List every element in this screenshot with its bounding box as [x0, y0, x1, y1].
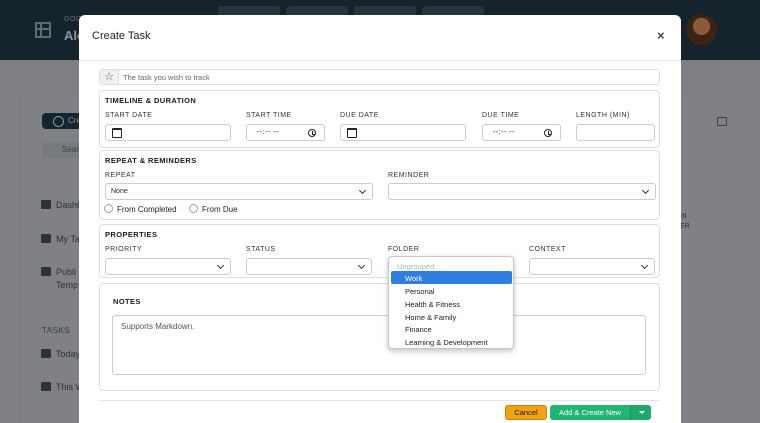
due-date-field[interactable]	[340, 124, 466, 141]
radio-circle-icon	[104, 204, 113, 213]
sidebar-item-public[interactable]: Publi	[41, 267, 76, 277]
modal-title: Create Task	[92, 30, 151, 42]
folder-dropdown-list: Ungrouped Work Personal Health & Fitness…	[388, 256, 514, 349]
dashboard-icon	[41, 200, 51, 209]
context-select[interactable]	[529, 258, 655, 275]
today-icon	[41, 349, 51, 358]
task-title-input[interactable]	[123, 70, 553, 84]
create-task-modal: Create Task × ☆ TIMELINE & DURATION STAR…	[79, 15, 681, 423]
cancel-button[interactable]: Cancel	[505, 405, 547, 420]
priority-label: PRIORITY	[105, 246, 143, 253]
sidebar-item-templates-label: Temp	[56, 280, 79, 290]
length-label: LENGTH (MIN)	[576, 112, 630, 119]
start-time-label: START TIME	[246, 112, 292, 119]
chevron-down-icon	[641, 186, 650, 195]
search-input[interactable]: Sear	[42, 142, 82, 158]
sidebar-item-my-tasks[interactable]: My Ta	[41, 234, 80, 244]
properties-section: PROPERTIES PRIORITY STATUS FOLDER CONTEX…	[99, 224, 660, 278]
length-input[interactable]	[576, 124, 655, 141]
repeat-heading: REPEAT & REMINDERS	[105, 156, 197, 165]
status-label: STATUS	[246, 246, 276, 253]
priority-select[interactable]	[105, 258, 231, 275]
status-select[interactable]	[246, 258, 372, 275]
dropdown-option-work[interactable]: Work	[391, 271, 512, 284]
avatar[interactable]	[686, 14, 717, 45]
repeat-label: REPEAT	[105, 172, 136, 179]
chevron-down-icon	[357, 261, 366, 270]
repeat-section: REPEAT & REMINDERS REPEAT None REMINDER	[99, 150, 660, 220]
create-button[interactable]: Cre	[42, 113, 84, 129]
context-label: CONTEXT	[529, 246, 566, 253]
dropdown-option-personal[interactable]: Personal	[391, 284, 512, 297]
sidebar-item-this-week[interactable]: This W	[41, 382, 84, 392]
properties-heading: PROPERTIES	[105, 230, 158, 239]
reminder-label: REMINDER	[388, 172, 430, 179]
tasks-heading: TASKS	[42, 326, 71, 335]
calendar-icon[interactable]	[112, 128, 122, 138]
chevron-down-icon	[640, 261, 649, 270]
radio-from-due[interactable]: From Due	[189, 204, 238, 214]
start-time-value: --:-- --	[257, 129, 279, 136]
task-title-row: ☆	[99, 69, 660, 85]
folder-icon	[41, 234, 51, 243]
due-time-field[interactable]: --:-- --	[482, 124, 561, 141]
start-date-label: START DATE	[105, 112, 153, 119]
timeline-section: TIMELINE & DURATION START DATE START TIM…	[99, 90, 660, 148]
modal-divider	[79, 60, 681, 61]
reminder-select[interactable]	[388, 183, 656, 200]
template-icon	[41, 267, 51, 276]
star-icon[interactable]: ☆	[100, 70, 119, 84]
start-time-field[interactable]: --:-- --	[246, 124, 325, 141]
add-options-dropdown-button[interactable]	[630, 405, 651, 420]
right-text-1: m	[680, 211, 687, 220]
sidebar-item-dashboard[interactable]: Dashb	[41, 200, 82, 210]
dropdown-option-learning-development[interactable]: Learning & Development	[391, 335, 512, 348]
right-text-2: ER	[680, 223, 690, 230]
notes-section: NOTES	[99, 283, 660, 391]
grid-logo-icon	[35, 22, 51, 38]
footer-divider	[99, 400, 660, 401]
calendar-icon	[41, 382, 51, 391]
start-date-field[interactable]	[105, 124, 231, 141]
clock-icon[interactable]	[308, 129, 316, 137]
notes-heading: NOTES	[113, 297, 141, 306]
due-time-value: --:-- --	[493, 129, 515, 136]
dropdown-option-finance[interactable]: Finance	[391, 322, 512, 335]
notes-textarea[interactable]	[112, 315, 646, 375]
sidebar-item-today[interactable]: Today	[41, 349, 80, 359]
dropdown-option-health-fitness[interactable]: Health & Fitness	[391, 297, 512, 310]
folder-label: FOLDER	[388, 246, 420, 253]
radio-circle-icon	[189, 204, 198, 213]
calendar-icon[interactable]	[347, 128, 357, 138]
add-create-new-button[interactable]: Add & Create New	[550, 405, 630, 420]
clock-icon[interactable]	[544, 129, 552, 137]
due-time-label: DUE TIME	[482, 112, 520, 119]
chevron-down-icon	[216, 261, 225, 270]
chevron-down-icon	[358, 186, 367, 195]
repeat-select[interactable]: None	[105, 183, 373, 200]
radio-from-completed[interactable]: From Completed	[104, 204, 177, 214]
timeline-heading: TIMELINE & DURATION	[105, 96, 197, 105]
close-icon[interactable]: ×	[657, 28, 665, 43]
repeat-value: None	[111, 188, 128, 195]
due-date-label: DUE DATE	[340, 112, 379, 119]
panel-toggle-icon[interactable]	[717, 117, 727, 126]
